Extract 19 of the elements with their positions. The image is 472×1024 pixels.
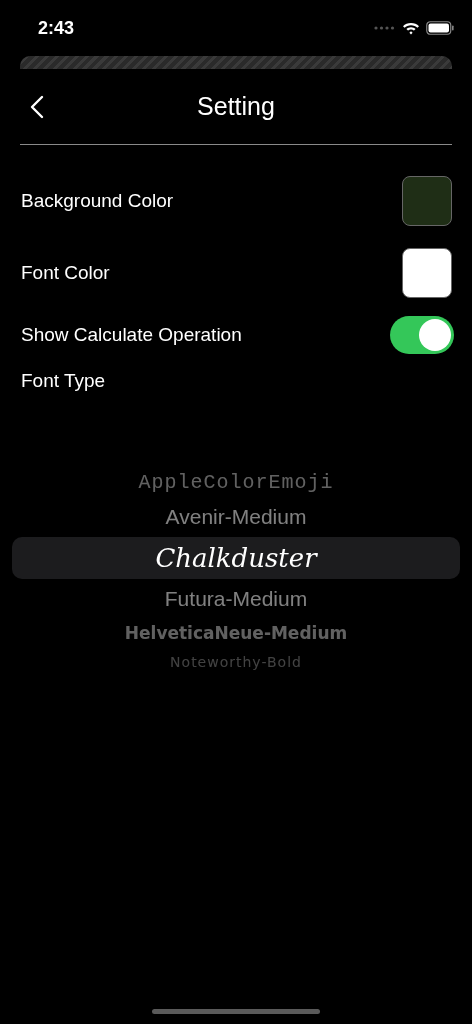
toggle-switch[interactable] bbox=[390, 316, 454, 354]
battery-icon bbox=[426, 21, 454, 35]
back-icon bbox=[30, 95, 44, 119]
nav-title: Setting bbox=[197, 92, 275, 121]
picker-option[interactable]: AppleColorEmoji bbox=[12, 466, 460, 500]
setting-label: Background Color bbox=[21, 190, 174, 212]
setting-label: Show Calculate Operation bbox=[21, 324, 242, 346]
setting-label: Font Color bbox=[21, 262, 110, 284]
back-button[interactable] bbox=[28, 93, 46, 121]
status-time: 2:43 bbox=[38, 17, 75, 39]
wifi-icon bbox=[402, 21, 420, 35]
color-swatch[interactable] bbox=[402, 176, 452, 226]
section-label: Font Type bbox=[21, 370, 106, 392]
signal-icon bbox=[374, 26, 396, 30]
color-swatch[interactable] bbox=[402, 248, 452, 298]
picker-option[interactable]: HelveticaNeue-Medium bbox=[12, 616, 460, 650]
picker-option[interactable]: Avenir-Medium bbox=[12, 500, 460, 534]
picker-option[interactable]: Chalkduster bbox=[12, 537, 460, 579]
picker-option[interactable]: Futura-Medium bbox=[12, 582, 460, 616]
